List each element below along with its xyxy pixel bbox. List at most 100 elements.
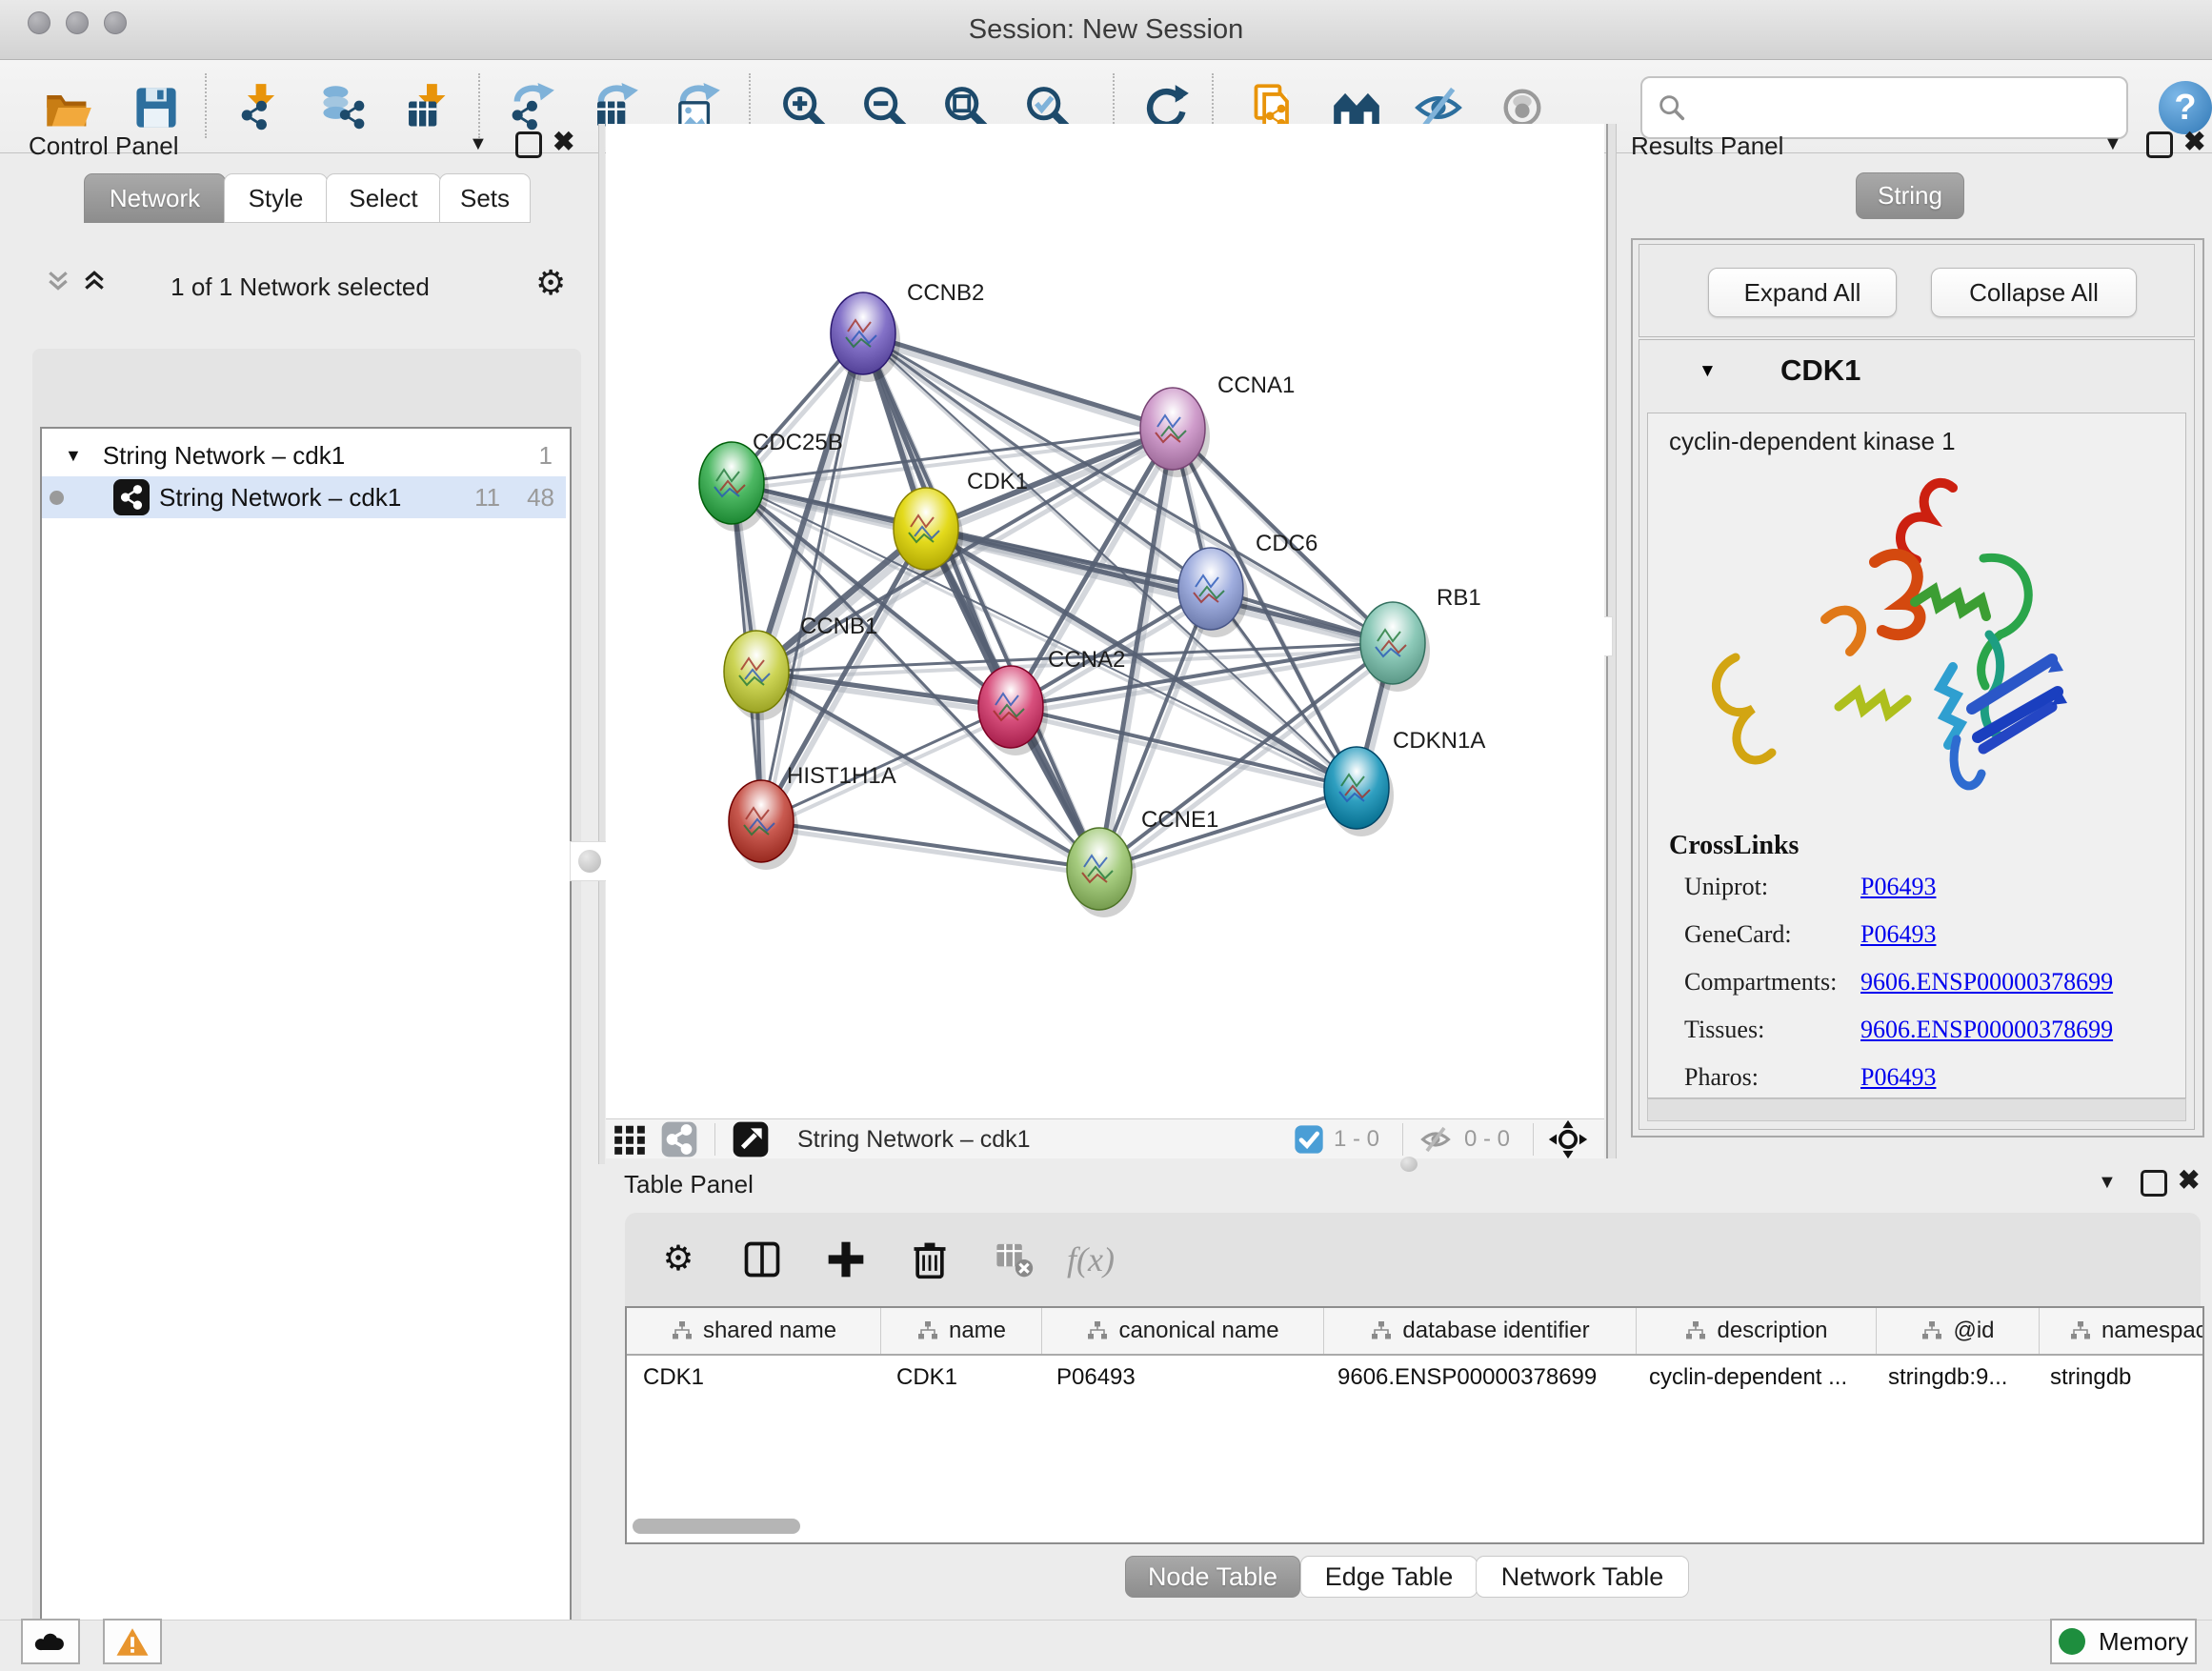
cloud-status-button[interactable] bbox=[21, 1619, 80, 1664]
column-header-label: @id bbox=[1953, 1318, 1994, 1344]
network-node-ccnb2[interactable] bbox=[831, 292, 895, 374]
collection-count: 1 bbox=[539, 441, 553, 471]
expand-all-button[interactable]: Expand All bbox=[1708, 268, 1897, 317]
hidden-counts: 0 - 0 bbox=[1464, 1126, 1510, 1153]
crosslink-link[interactable]: 9606.ENSP00000378699 bbox=[1860, 1016, 2113, 1044]
left-splitter[interactable] bbox=[598, 124, 605, 1164]
table-panel-collapse-icon[interactable]: ▼ bbox=[2098, 1172, 2117, 1194]
table-cell[interactable]: cyclin-dependent ... bbox=[1633, 1356, 1872, 1399]
selected-checkbox-icon[interactable] bbox=[1294, 1124, 1324, 1155]
gene-expander-icon[interactable]: ▼ bbox=[1699, 361, 1717, 382]
control-panel-collapse-icon[interactable]: ▼ bbox=[469, 133, 488, 155]
results-scroll-strip[interactable] bbox=[1647, 1098, 2186, 1121]
results-panel-collapse-icon[interactable]: ▼ bbox=[2103, 133, 2122, 155]
column-header-shared-name[interactable]: shared name bbox=[627, 1308, 881, 1354]
string-results-box: Expand All Collapse All ▼ CDK1 cyclin-de… bbox=[1631, 238, 2204, 1137]
node-label-hist1h1a: HIST1H1A bbox=[787, 763, 896, 789]
network-edge-count: 48 bbox=[527, 483, 554, 513]
node-label-cdk1: CDK1 bbox=[967, 469, 1028, 494]
network-node-rb1[interactable] bbox=[1360, 602, 1425, 684]
network-node-cdc6[interactable] bbox=[1178, 548, 1243, 630]
memory-label: Memory bbox=[2099, 1627, 2188, 1657]
fit-content-crosshair-icon[interactable] bbox=[1547, 1118, 1589, 1160]
tab-network-table[interactable]: Network Table bbox=[1476, 1556, 1689, 1598]
tab-select[interactable]: Select bbox=[326, 173, 441, 223]
column-settings-icon[interactable]: ⚙ bbox=[648, 1229, 709, 1290]
memory-button[interactable]: Memory bbox=[2050, 1619, 2197, 1664]
tab-string[interactable]: String bbox=[1856, 172, 1964, 219]
network-node-ccna1[interactable] bbox=[1140, 388, 1205, 470]
node-label-ccnb2: CCNB2 bbox=[907, 280, 984, 306]
crosslink-link[interactable]: P06493 bbox=[1860, 920, 1936, 949]
control-panel-float-icon[interactable] bbox=[515, 131, 542, 158]
table-cell[interactable]: stringdb bbox=[2034, 1356, 2204, 1399]
crosslink-link[interactable]: 9606.ENSP00000378699 bbox=[1860, 968, 2113, 997]
network-node-cdk1[interactable] bbox=[894, 488, 958, 570]
column-header-id[interactable]: @id bbox=[1877, 1308, 2040, 1354]
cloud-icon bbox=[33, 1627, 68, 1656]
tab-node-table[interactable]: Node Table bbox=[1125, 1556, 1300, 1598]
network-row[interactable]: String Network – cdk1 11 48 bbox=[42, 476, 566, 518]
formula-icon[interactable]: f(x) bbox=[1067, 1229, 1115, 1290]
network-row-label: String Network – cdk1 bbox=[159, 483, 401, 513]
table-scrollbar-thumb[interactable] bbox=[633, 1519, 800, 1534]
network-view-title: String Network – cdk1 bbox=[797, 1126, 1031, 1154]
delete-table-icon[interactable] bbox=[983, 1229, 1044, 1290]
table-horizontal-scrollbar[interactable] bbox=[629, 1517, 2197, 1536]
node-label-cdc6: CDC6 bbox=[1256, 531, 1317, 556]
table-cell[interactable]: P06493 bbox=[1040, 1356, 1321, 1399]
collection-expander-icon[interactable]: ▼ bbox=[65, 446, 82, 466]
tab-sets[interactable]: Sets bbox=[439, 173, 531, 223]
network-node-hist1h1a[interactable] bbox=[729, 780, 794, 862]
network-node-ccna2[interactable] bbox=[978, 666, 1043, 748]
tab-edge-table[interactable]: Edge Table bbox=[1300, 1556, 1478, 1598]
network-edge[interactable] bbox=[863, 333, 1393, 643]
tab-style[interactable]: Style bbox=[224, 173, 328, 223]
results-panel-title: Results Panel bbox=[1631, 131, 1783, 161]
crosslink-link[interactable]: P06493 bbox=[1860, 1063, 1936, 1092]
table-cell[interactable]: CDK1 bbox=[880, 1356, 1040, 1399]
column-header-label: description bbox=[1717, 1318, 1827, 1344]
table-cell[interactable]: stringdb:9... bbox=[1872, 1356, 2034, 1399]
network-options-gear-icon[interactable]: ⚙ bbox=[535, 263, 566, 303]
control-panel-close-icon[interactable]: ✖ bbox=[553, 131, 574, 152]
collapse-all-button[interactable]: Collapse All bbox=[1931, 268, 2137, 317]
results-panel-float-icon[interactable] bbox=[2146, 131, 2173, 158]
table-panel-close-icon[interactable]: ✖ bbox=[2178, 1170, 2200, 1191]
network-node-ccne1[interactable] bbox=[1067, 828, 1132, 910]
results-panel-close-icon[interactable]: ✖ bbox=[2183, 131, 2205, 152]
crosslink-label: Tissues: bbox=[1684, 1016, 1764, 1043]
column-header-label: database identifier bbox=[1402, 1318, 1589, 1344]
network-node-cdkn1a[interactable] bbox=[1324, 747, 1389, 829]
edge-shadow bbox=[867, 340, 1176, 435]
left-splitter-handle[interactable] bbox=[570, 841, 610, 881]
network-edge[interactable] bbox=[863, 333, 1099, 869]
column-layout-icon[interactable] bbox=[732, 1229, 793, 1290]
column-header-label: shared name bbox=[703, 1318, 836, 1344]
table-cell[interactable]: 9606.ENSP00000378699 bbox=[1321, 1356, 1633, 1399]
control-panel-title: Control Panel bbox=[29, 131, 179, 161]
table-panel-float-icon[interactable] bbox=[2141, 1170, 2167, 1197]
protein-structure-image bbox=[1686, 467, 2067, 810]
network-edge[interactable] bbox=[1099, 788, 1357, 869]
table-cell[interactable]: CDK1 bbox=[627, 1356, 880, 1399]
tab-network[interactable]: Network bbox=[84, 173, 226, 223]
network-node-ccnb1[interactable] bbox=[724, 631, 789, 713]
crosslink-label: Compartments: bbox=[1684, 968, 1837, 996]
network-canvas[interactable]: CCNB2CCNA1CDC25BCDK1CDC6RB1CCNB1CCNA2CDK… bbox=[606, 124, 1604, 1118]
column-header-namespace[interactable]: namespace bbox=[2040, 1308, 2204, 1354]
column-header-canonical-name[interactable]: canonical name bbox=[1042, 1308, 1324, 1354]
network-collection-row[interactable]: ▼ String Network – cdk1 1 bbox=[42, 434, 566, 476]
table-row[interactable]: CDK1CDK1P064939606.ENSP00000378699cyclin… bbox=[627, 1356, 2202, 1399]
delete-row-icon[interactable] bbox=[899, 1229, 960, 1290]
column-header-name[interactable]: name bbox=[881, 1308, 1042, 1354]
selected-counts: 1 - 0 bbox=[1334, 1126, 1379, 1153]
table-toolbar: ⚙ f(x) bbox=[625, 1213, 2201, 1306]
crosslink-link[interactable]: P06493 bbox=[1860, 873, 1936, 901]
column-header-description[interactable]: description bbox=[1637, 1308, 1877, 1354]
column-header-database-identifier[interactable]: database identifier bbox=[1324, 1308, 1637, 1354]
add-row-icon[interactable] bbox=[815, 1229, 876, 1290]
warning-status-button[interactable] bbox=[103, 1619, 162, 1664]
column-header-label: namespace bbox=[2101, 1318, 2204, 1344]
string-network-icon bbox=[113, 479, 150, 515]
